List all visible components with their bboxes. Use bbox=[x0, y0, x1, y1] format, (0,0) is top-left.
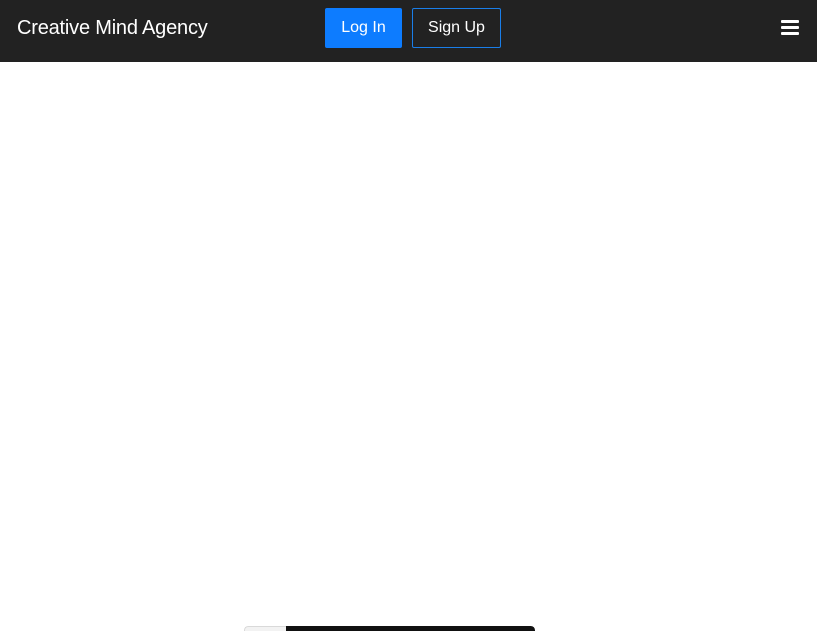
login-button[interactable]: Log In bbox=[325, 8, 402, 48]
menu-bar-line bbox=[781, 32, 799, 35]
hamburger-menu-icon[interactable] bbox=[781, 19, 799, 36]
brand-title[interactable]: Creative Mind Agency bbox=[17, 15, 208, 41]
menu-bar-line bbox=[781, 26, 799, 29]
widget-right-segment bbox=[286, 626, 535, 631]
menu-bar-line bbox=[781, 20, 799, 23]
signup-button[interactable]: Sign Up bbox=[412, 8, 501, 48]
widget-left-segment bbox=[244, 626, 286, 631]
bottom-widget-edge[interactable] bbox=[244, 626, 535, 631]
main-content-area bbox=[0, 62, 817, 631]
top-navbar: Creative Mind Agency Log In Sign Up bbox=[0, 0, 817, 62]
